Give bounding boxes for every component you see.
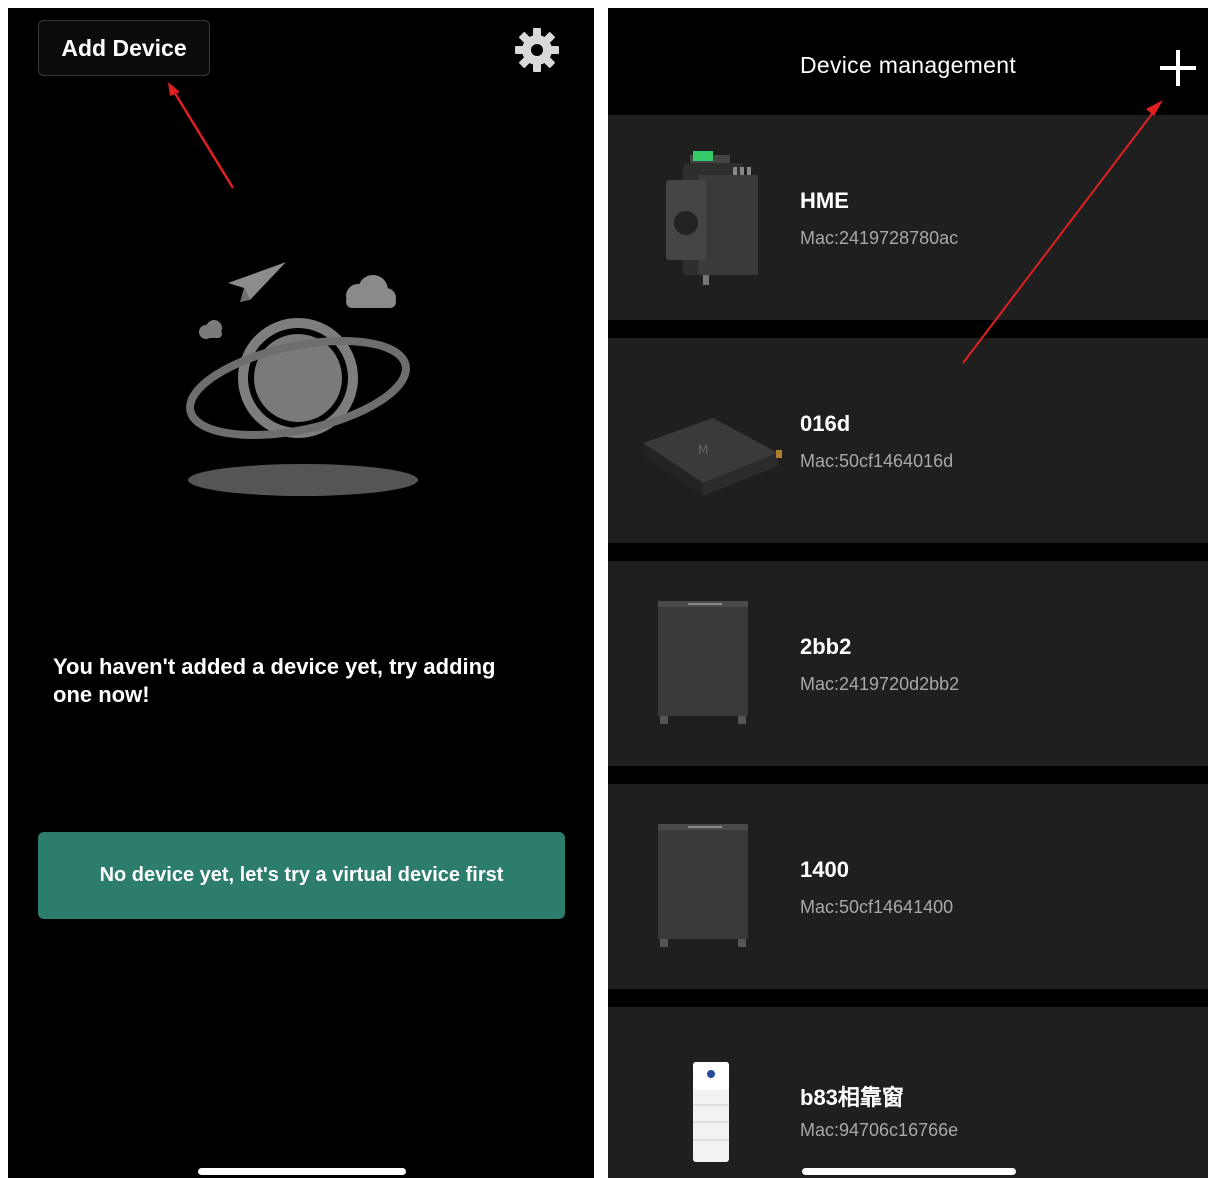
device-card[interactable]: 2bb2 Mac:2419720d2bb2	[608, 561, 1208, 766]
annotation-arrow	[168, 82, 235, 189]
page-title: Device management	[799, 52, 1017, 78]
device-card[interactable]: M 016d Mac:50cf1464016d	[608, 338, 1208, 543]
device-mac: Mac:2419720d2bb2	[800, 674, 960, 694]
device-name: b83相靠窗	[800, 1085, 904, 1110]
device-management-screen: Device management HME Mac:2419728780ac M…	[608, 8, 1208, 1178]
home-indicator	[802, 1168, 1016, 1175]
device-name: HME	[800, 188, 849, 213]
stacked-battery-icon	[693, 1062, 729, 1162]
device-name: 2bb2	[800, 634, 852, 659]
device-mac: Mac:50cf14641400	[800, 897, 954, 917]
device-card[interactable]: 1400 Mac:50cf14641400	[608, 784, 1208, 989]
virtual-device-button[interactable]: No device yet, let's try a virtual devic…	[38, 832, 565, 919]
device-mac: Mac:2419728780ac	[800, 228, 959, 248]
gateway-box-icon: M	[643, 418, 782, 496]
gear-icon[interactable]	[513, 26, 561, 74]
home-indicator	[198, 1168, 406, 1175]
device-name: 016d	[800, 411, 851, 436]
add-device-button[interactable]: Add Device	[38, 20, 210, 76]
plus-icon[interactable]	[1156, 46, 1200, 90]
battery-cabinet-icon	[658, 601, 748, 724]
battery-cabinet-icon	[658, 824, 748, 947]
device-card[interactable]: HME Mac:2419728780ac	[608, 115, 1208, 320]
empty-state-screen: Add Device You haven't added a device ye…	[8, 8, 594, 1178]
nav-header: Device management	[608, 8, 1208, 115]
planet-illustration	[186, 262, 418, 496]
svg-text:M: M	[698, 443, 708, 457]
device-mac: Mac:94706c16766e	[800, 1120, 959, 1140]
device-mac: Mac:50cf1464016d	[800, 451, 954, 471]
empty-state-message: You haven't added a device yet, try addi…	[53, 654, 496, 707]
din-rail-meter-icon	[666, 151, 758, 285]
device-name: 1400	[800, 857, 849, 882]
device-card[interactable]: b83相靠窗 Mac:94706c16766e	[608, 1007, 1208, 1178]
